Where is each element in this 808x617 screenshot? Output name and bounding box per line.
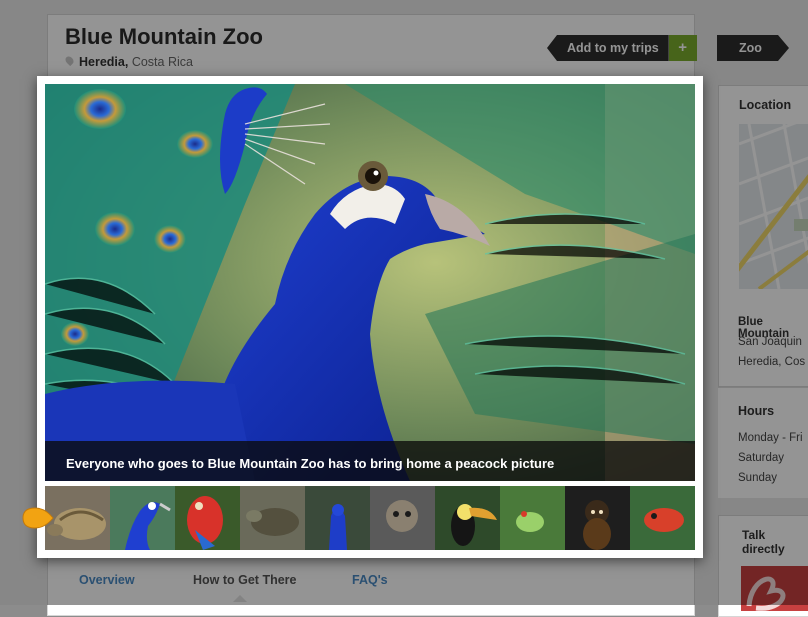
photo-caption: Everyone who goes to Blue Mountain Zoo h… xyxy=(66,456,555,471)
thumbnail-poison-frog[interactable] xyxy=(630,486,695,550)
thumbnail-peacock-front[interactable] xyxy=(305,486,370,550)
thumbnail-toucan[interactable] xyxy=(435,486,500,550)
thumbnail-strip xyxy=(45,486,695,550)
thumbnail-monkey[interactable] xyxy=(565,486,630,550)
photo-lightbox: Everyone who goes to Blue Mountain Zoo h… xyxy=(37,76,703,558)
thumbnail-tree-frog[interactable] xyxy=(500,486,565,550)
thumbnail-peacock[interactable] xyxy=(110,486,175,550)
main-photo[interactable]: Everyone who goes to Blue Mountain Zoo h… xyxy=(45,84,695,481)
photo-caption-bar: Everyone who goes to Blue Mountain Zoo h… xyxy=(45,441,695,481)
thumbnail-macaw[interactable] xyxy=(175,486,240,550)
thumbnail-turtle[interactable] xyxy=(240,486,305,550)
previous-arrow-icon[interactable] xyxy=(21,506,55,530)
thumbnail-marmoset[interactable] xyxy=(370,486,435,550)
